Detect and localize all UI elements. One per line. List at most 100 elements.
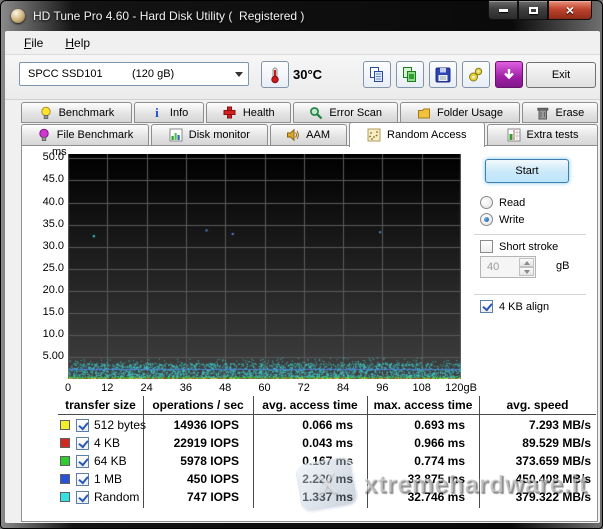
close-button[interactable]: × — [548, 1, 592, 20]
tab-folder-usage[interactable]: Folder Usage — [400, 102, 520, 123]
table-row: 1 MB 450 IOPS 2.220 ms 33.875 ms 450.408… — [22, 471, 598, 489]
write-radio-circle[interactable] — [480, 213, 493, 226]
table-row: Random 747 IOPS 1.337 ms 32.746 ms 379.3… — [22, 489, 598, 507]
options-button[interactable] — [462, 61, 490, 88]
save-button[interactable] — [429, 61, 457, 88]
tab-aam[interactable]: AAM — [270, 124, 347, 146]
copy-pages-green-icon — [401, 66, 419, 84]
tab-error-scan[interactable]: Error Scan — [293, 102, 398, 123]
x-axis-tick-label: 108 — [413, 382, 431, 394]
y-axis-tick-label: 25.0 — [22, 262, 64, 274]
y-axis-unit-label: ms — [52, 146, 67, 158]
x-axis-tick-label: 12 — [101, 382, 113, 394]
minimize-icon — [499, 9, 508, 12]
kb-align-box[interactable] — [480, 300, 493, 313]
table-row: 64 KB 5978 IOPS 0.167 ms 0.774 ms 373.65… — [22, 453, 598, 471]
kb-align-checkbox[interactable]: 4 KB align — [480, 300, 549, 313]
thermometer-icon — [266, 66, 284, 84]
window-title: HD Tune Pro 4.60 - Hard Disk Utility ( R… — [33, 9, 304, 23]
row-checkbox[interactable] — [76, 419, 89, 432]
y-axis-tick-label: 15.0 — [22, 306, 64, 318]
x-axis-tick-label: 36 — [180, 382, 192, 394]
capacity-unit-label: gB — [556, 260, 569, 272]
trash-icon — [535, 106, 549, 120]
read-radio-circle[interactable] — [480, 196, 493, 209]
spinner-up-button[interactable] — [519, 258, 534, 267]
tab-file-benchmark[interactable]: File Benchmark — [21, 124, 149, 146]
tab-extra-tests[interactable]: Extra tests — [487, 124, 598, 146]
temperature-button[interactable] — [261, 61, 289, 88]
title-bar[interactable]: HD Tune Pro 4.60 - Hard Disk Utility ( R… — [1, 1, 602, 31]
write-radio[interactable]: Write — [480, 213, 524, 226]
close-icon: × — [566, 3, 574, 17]
x-axis-tick-label: 0 — [65, 382, 71, 394]
copy-pages-icon — [368, 66, 386, 84]
copy-image-button[interactable] — [396, 61, 424, 88]
scatter-icon — [367, 128, 381, 142]
gears-icon — [467, 66, 485, 84]
maximize-button[interactable] — [518, 1, 548, 20]
info-icon: i — [150, 106, 164, 120]
tab-random-access[interactable]: Random Access — [349, 122, 486, 147]
x-axis-tick-label: 96 — [376, 382, 388, 394]
app-window: HD Tune Pro 4.60 - Hard Disk Utility ( R… — [0, 0, 603, 529]
table-row: 4 KB 22919 IOPS 0.043 ms 0.966 ms 89.529… — [22, 435, 598, 453]
table-row: 512 bytes 14936 IOPS 0.066 ms 0.693 ms 7… — [22, 417, 598, 435]
toolbar: SPCC SSD101 (120 gB) 30°C — [5, 55, 600, 100]
bar-chart-icon — [169, 128, 183, 142]
x-axis-tick-label: 84 — [337, 382, 349, 394]
row-checkbox[interactable] — [76, 491, 89, 504]
download-arrow-icon — [500, 66, 518, 84]
y-axis-labels: 50.045.040.035.030.025.020.015.010.05.00 — [22, 146, 64, 386]
maximize-icon — [529, 7, 538, 14]
speaker-icon — [286, 128, 300, 142]
capacity-spinner[interactable]: 40 — [480, 256, 536, 278]
drive-name: SPCC SSD101 — [28, 68, 103, 80]
minimize-button[interactable] — [488, 1, 518, 20]
lightbulb-yellow-icon — [39, 106, 53, 120]
short-stroke-checkbox[interactable]: Short stroke — [480, 240, 558, 253]
series-color-swatch — [60, 438, 70, 448]
capture-button[interactable] — [495, 61, 523, 88]
row-checkbox[interactable] — [76, 437, 89, 450]
tab-info[interactable]: i Info — [134, 102, 204, 123]
chart-grid-icon — [507, 128, 521, 142]
tab-benchmark[interactable]: Benchmark — [21, 102, 132, 123]
folder-icon — [417, 106, 431, 120]
x-axis-tick-label: 120gB — [445, 382, 477, 394]
menu-file[interactable]: File — [15, 33, 52, 53]
exit-button[interactable]: Exit — [526, 62, 596, 88]
y-axis-tick-label: 10.0 — [22, 328, 64, 340]
menu-bar: File Help — [5, 32, 600, 55]
chevron-down-icon — [235, 72, 243, 77]
magnifier-icon — [309, 106, 323, 120]
read-radio[interactable]: Read — [480, 196, 525, 209]
start-button[interactable]: Start — [485, 159, 569, 183]
series-color-swatch — [60, 474, 70, 484]
tab-erase[interactable]: Erase — [522, 102, 598, 123]
drive-capacity: (120 gB) — [132, 68, 174, 80]
y-axis-tick-label: 30.0 — [22, 240, 64, 252]
series-color-swatch — [60, 456, 70, 466]
short-stroke-box[interactable] — [480, 240, 493, 253]
arrow-down-icon — [524, 270, 530, 274]
copy-text-button[interactable] — [363, 61, 391, 88]
y-axis-tick-label: 40.0 — [22, 196, 64, 208]
tab-strip: Benchmark i Info Health Error Scan Folde… — [21, 102, 598, 146]
y-axis-tick-label: 35.0 — [22, 218, 64, 230]
menu-help[interactable]: Help — [56, 33, 99, 53]
drive-selector[interactable]: SPCC SSD101 (120 gB) — [19, 62, 249, 86]
random-access-page: ms 50.045.040.035.030.025.020.015.010.05… — [21, 145, 598, 522]
x-axis-labels: 01224364860728496108120gB — [22, 382, 598, 396]
row-checkbox[interactable] — [76, 455, 89, 468]
separator — [474, 294, 586, 295]
health-cross-icon — [223, 106, 237, 120]
temperature-value: 30°C — [293, 67, 322, 82]
tab-disk-monitor[interactable]: Disk monitor — [151, 124, 268, 146]
spinner-down-button[interactable] — [519, 267, 534, 276]
x-axis-tick-label: 48 — [219, 382, 231, 394]
row-checkbox[interactable] — [76, 473, 89, 486]
app-icon — [11, 9, 25, 23]
y-axis-tick-label: 45.0 — [22, 173, 64, 185]
tab-health[interactable]: Health — [206, 102, 291, 123]
